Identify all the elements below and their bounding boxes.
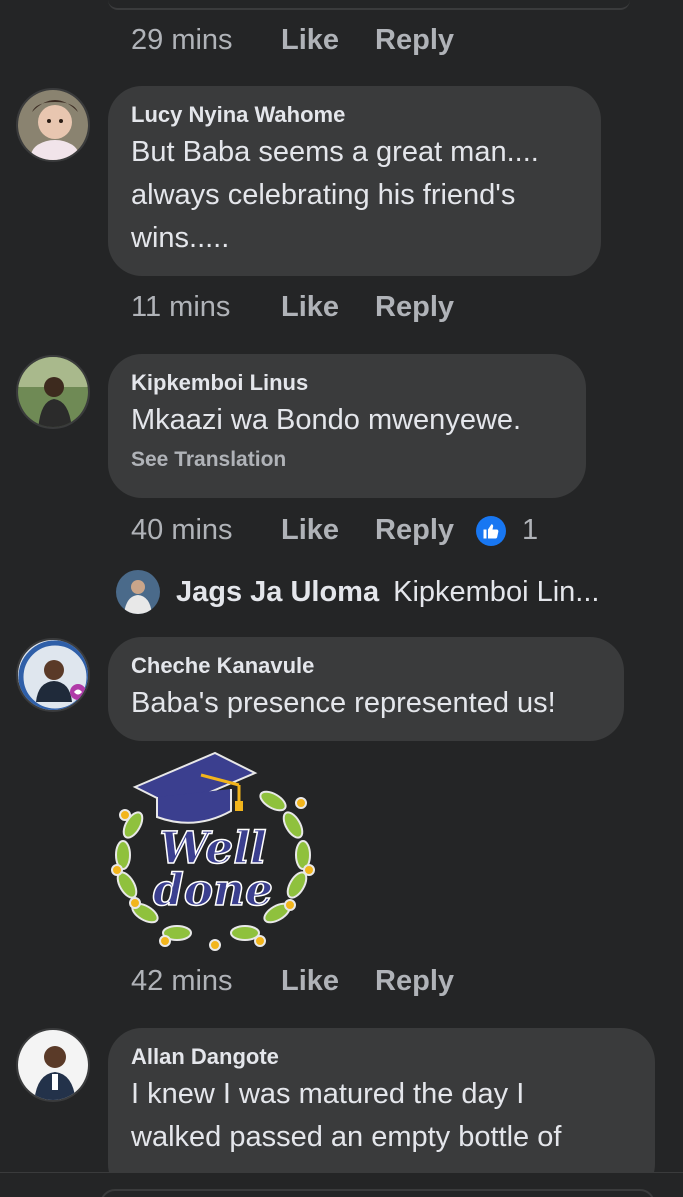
avatar[interactable] xyxy=(16,355,90,429)
like-button[interactable]: Like xyxy=(281,291,339,324)
comment-text: Mkaazi wa Bondo mwenyewe. xyxy=(131,404,522,436)
comment-bubble[interactable]: Kipkemboi Linus Mkaazi wa Bondo mwenyewe… xyxy=(108,354,586,498)
comment-author[interactable]: Allan Dangote xyxy=(131,1044,631,1070)
reply-button[interactable]: Reply xyxy=(375,291,454,324)
comment-text: Baba's presence represented us! xyxy=(131,687,556,719)
comment-time: 42 mins xyxy=(131,965,233,997)
avatar[interactable] xyxy=(16,638,90,712)
comment-composer-bar xyxy=(0,1172,683,1197)
comment-author[interactable]: Lucy Nyina Wahome xyxy=(131,102,577,128)
reply-button[interactable]: Reply xyxy=(375,965,454,998)
comment-bubble[interactable]: Cheche Kanavule Baba's presence represen… xyxy=(108,637,624,741)
comment-meta-row: 40 mins Like Reply 1 xyxy=(131,514,538,547)
sticker-text-done: done xyxy=(153,865,273,916)
reply-author[interactable]: Jags Ja Uloma xyxy=(176,576,379,609)
avatar-photo xyxy=(18,90,88,160)
comment-bubble[interactable]: Lucy Nyina Wahome But Baba seems a great… xyxy=(108,86,601,276)
reply-preview[interactable]: Jags Ja Uloma Kipkemboi Lin... xyxy=(116,570,599,614)
comment-meta-row: 11 mins Like Reply xyxy=(131,291,490,324)
reply-button[interactable]: Reply xyxy=(375,24,454,57)
write-comment-input[interactable] xyxy=(100,1189,655,1197)
avatar[interactable] xyxy=(16,88,90,162)
like-button[interactable]: Like xyxy=(281,514,339,547)
comment-meta-row: 29 mins Like Reply xyxy=(131,24,490,57)
avatar-photo xyxy=(18,357,88,427)
comment-meta-row: 42 mins Like Reply xyxy=(131,965,490,998)
avatar[interactable] xyxy=(116,570,160,614)
like-button[interactable]: Like xyxy=(281,965,339,998)
comment-text: But Baba seems a great man.... always ce… xyxy=(131,136,539,254)
comment-time: 29 mins xyxy=(131,24,233,56)
comment-time: 40 mins xyxy=(131,514,233,546)
comment-time: 11 mins xyxy=(131,291,231,323)
avatar-photo xyxy=(18,640,88,710)
avatar[interactable] xyxy=(16,1028,90,1102)
reply-button[interactable]: Reply xyxy=(375,514,454,547)
like-button[interactable]: Like xyxy=(281,24,339,57)
comment-author[interactable]: Cheche Kanavule xyxy=(131,653,600,679)
avatar-photo xyxy=(116,570,160,614)
reply-snippet: Kipkemboi Lin... xyxy=(393,575,600,608)
previous-bubble-edge xyxy=(108,0,630,10)
well-done-sticker[interactable]: Well done xyxy=(105,745,320,955)
see-translation-link[interactable]: See Translation xyxy=(131,448,562,472)
avatar-photo xyxy=(18,1030,88,1100)
comment-author[interactable]: Kipkemboi Linus xyxy=(131,370,562,396)
thumbs-up-icon[interactable] xyxy=(476,515,507,546)
reaction-count[interactable]: 1 xyxy=(522,514,538,547)
comment-text: I knew I was matured the day I walked pa… xyxy=(131,1078,562,1153)
